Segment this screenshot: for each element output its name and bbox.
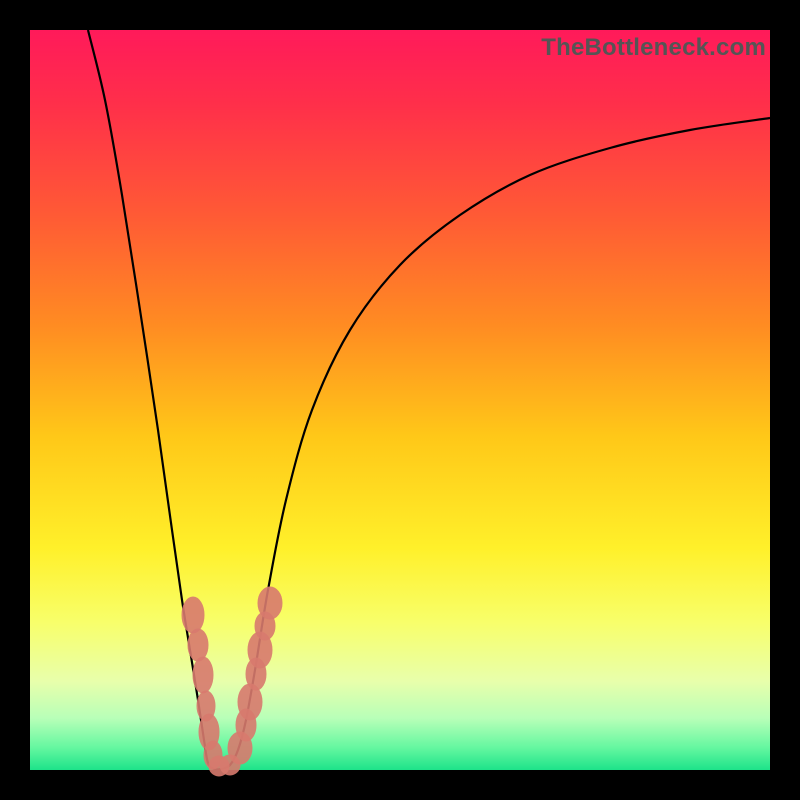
- chart-frame: TheBottleneck.com: [0, 0, 800, 800]
- bead-group: [182, 587, 282, 776]
- right-curve: [222, 118, 770, 769]
- curve-layer: [30, 30, 770, 770]
- bead-marker: [182, 597, 204, 633]
- bead-marker: [193, 657, 213, 693]
- bead-marker: [188, 629, 208, 661]
- bead-marker: [258, 587, 282, 619]
